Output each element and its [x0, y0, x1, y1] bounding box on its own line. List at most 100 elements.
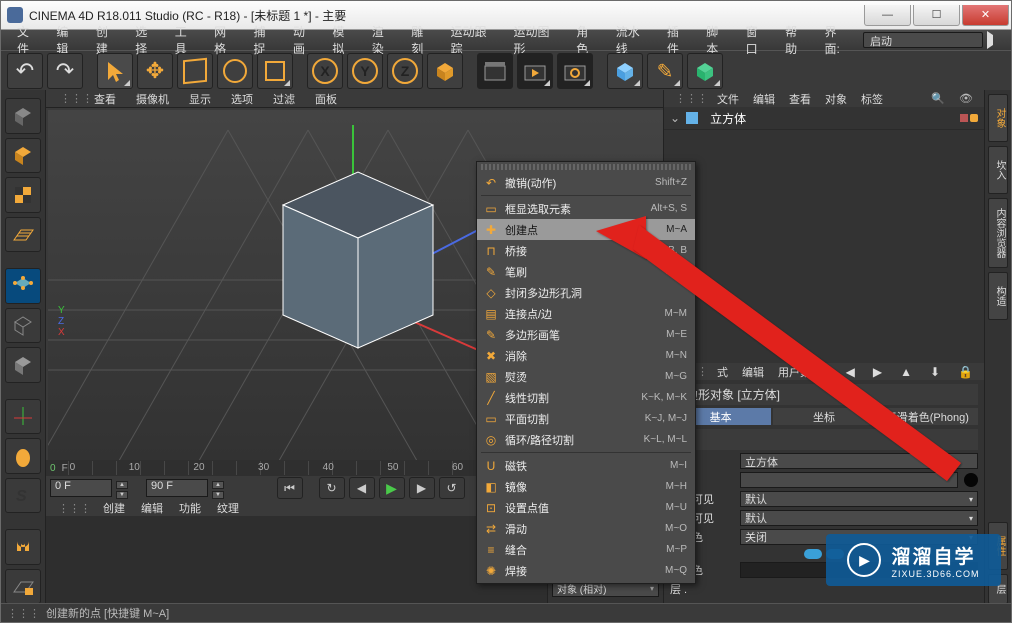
render-settings-button[interactable]	[557, 53, 593, 89]
add-cube-button[interactable]	[607, 53, 643, 89]
next-frame-button[interactable]: ▶	[409, 477, 435, 499]
menu-help[interactable]: 帮助	[777, 21, 816, 59]
prop-render-vis[interactable]: 默认	[740, 510, 978, 526]
om-view[interactable]: 查看	[782, 90, 818, 108]
coord-system-button[interactable]	[427, 53, 463, 89]
tab-coord[interactable]: 坐标	[773, 408, 874, 425]
ctx-item-8[interactable]: ✖消除M~N	[477, 345, 695, 366]
mtab-create[interactable]: 创建	[95, 499, 133, 517]
add-generator-button[interactable]	[687, 53, 723, 89]
make-editable-button[interactable]	[5, 98, 41, 134]
prop-layer[interactable]	[740, 472, 958, 488]
am-lock-icon[interactable]: 🔒	[951, 364, 980, 380]
next-key-button[interactable]: ↺	[439, 477, 465, 499]
ctx-item-1[interactable]: ▭框显选取元素Alt+S, S	[477, 198, 695, 219]
undo-button[interactable]	[7, 53, 43, 89]
redo-button[interactable]	[47, 53, 83, 89]
ctx-item-11[interactable]: ▭平面切割K~J, M~J	[477, 408, 695, 429]
ctx-item-18[interactable]: ✺焊接M~Q	[477, 560, 695, 581]
last-tool-button[interactable]	[257, 53, 293, 89]
object-row-cube[interactable]: ⌄ 立方体	[664, 107, 984, 130]
vp-menu-panel[interactable]: 面板	[305, 90, 347, 108]
vp-menu-filter[interactable]: 过滤	[263, 90, 305, 108]
ctx-item-16[interactable]: ⇄滑动M~O	[477, 518, 695, 539]
x-axis-button[interactable]: X	[307, 53, 343, 89]
vp-menu-options[interactable]: 选项	[221, 90, 263, 108]
om-object[interactable]: 对象	[818, 90, 854, 108]
viewport-solo-button[interactable]	[5, 438, 41, 474]
tab-phong[interactable]: 平滑着色(Phong)	[877, 408, 978, 425]
toggle-1[interactable]	[804, 549, 822, 559]
vp-menu-camera[interactable]: 摄像机	[126, 90, 179, 108]
om-eye-icon[interactable]: 👁	[952, 91, 980, 106]
prop-name[interactable]: 立方体	[740, 453, 978, 469]
ctx-item-13[interactable]: U磁铁M~I	[477, 455, 695, 476]
locked-workplane-button[interactable]	[5, 569, 41, 605]
menu-grip[interactable]	[481, 164, 691, 170]
edges-mode-button[interactable]	[5, 308, 41, 344]
rail-takes[interactable]: 坎入	[988, 146, 1008, 194]
live-select-button[interactable]	[97, 53, 133, 89]
start-frame[interactable]: 0 F	[50, 479, 112, 497]
prop-editor-vis[interactable]: 默认	[740, 491, 978, 507]
enable-axis-button[interactable]	[5, 399, 41, 435]
ctx-item-3[interactable]: ⊓桥接M~B, B	[477, 240, 695, 261]
om-search-icon[interactable]: 🔍	[924, 91, 952, 106]
am-fwd-icon[interactable]: ▶	[866, 364, 889, 380]
ctx-item-4[interactable]: ✎笔刷M~C	[477, 261, 695, 282]
play-button[interactable]: ▶	[379, 477, 405, 499]
tree-toggle-icon[interactable]: ⌄	[670, 111, 680, 125]
vp-menu-view[interactable]: 查看	[84, 90, 126, 108]
am-back-icon[interactable]: ◀	[839, 364, 862, 380]
mtab-edit[interactable]: 编辑	[133, 499, 171, 517]
ctx-item-7[interactable]: ✎多边形画笔M~E	[477, 324, 695, 345]
phong-tag-icon[interactable]	[970, 114, 978, 122]
layer-picker-icon[interactable]	[964, 473, 978, 487]
om-edit[interactable]: 编辑	[746, 90, 782, 108]
ctx-item-17[interactable]: ≡缝合M~P	[477, 539, 695, 560]
ctx-item-12[interactable]: ◎循环/路径切割K~L, M~L	[477, 429, 695, 450]
model-mode-button[interactable]	[5, 138, 41, 174]
prev-frame-button[interactable]: ◀	[349, 477, 375, 499]
om-tags[interactable]: 标签	[854, 90, 890, 108]
visibility-dot-icon[interactable]	[960, 114, 968, 122]
snap-button[interactable]: S	[5, 478, 41, 514]
workplane-button[interactable]	[5, 217, 41, 253]
ctx-item-15[interactable]: ⊡设置点值M~U	[477, 497, 695, 518]
mtab-tex[interactable]: 纹理	[209, 499, 247, 517]
rail-objects[interactable]: 对象	[988, 94, 1008, 142]
ctx-item-9[interactable]: ▧熨烫M~G	[477, 366, 695, 387]
am-edit[interactable]: 编辑	[735, 363, 771, 381]
polygons-mode-button[interactable]	[5, 347, 41, 383]
texture-mode-button[interactable]	[5, 177, 41, 213]
om-file[interactable]: 文件	[710, 90, 746, 108]
vp-menu-display[interactable]: 显示	[179, 90, 221, 108]
ctx-item-14[interactable]: ◧镜像M~H	[477, 476, 695, 497]
layout-dropdown[interactable]: 启动	[863, 32, 983, 48]
end-stepper[interactable]: ▲▼	[212, 480, 224, 496]
layout-expand-icon[interactable]	[987, 31, 1003, 49]
ctx-item-0[interactable]: ↶撤销(动作)Shift+Z	[477, 172, 695, 193]
start-stepper[interactable]: ▲▼	[116, 480, 128, 496]
rotate-button[interactable]	[217, 53, 253, 89]
am-new-icon[interactable]: ⬇	[923, 364, 947, 380]
rail-content[interactable]: 内容浏览器	[988, 198, 1008, 268]
prev-key-button[interactable]: ↻	[319, 477, 345, 499]
ctx-item-5[interactable]: ◇封闭多边形孔洞	[477, 282, 695, 303]
ctx-item-2[interactable]: ✚创建点M~A	[477, 219, 695, 240]
ctx-item-10[interactable]: ╱线性切割K~K, M~K	[477, 387, 695, 408]
goto-start-button[interactable]: ⏮	[277, 477, 303, 499]
mtab-func[interactable]: 功能	[171, 499, 209, 517]
render-pv-button[interactable]	[517, 53, 553, 89]
rail-structure[interactable]: 构造	[988, 272, 1008, 320]
z-axis-button[interactable]: Z	[387, 53, 423, 89]
ctx-item-6[interactable]: ▤连接点/边M~M	[477, 303, 695, 324]
end-frame[interactable]: 90 F	[146, 479, 208, 497]
y-axis-button[interactable]: Y	[347, 53, 383, 89]
grip-icon[interactable]: ⋮⋮⋮	[50, 91, 84, 106]
object-name[interactable]: 立方体	[704, 110, 752, 127]
points-mode-button[interactable]	[5, 268, 41, 304]
add-spline-button[interactable]	[647, 53, 683, 89]
am-up-icon[interactable]: ▲	[893, 364, 919, 380]
am-userdata[interactable]: 用户数据	[771, 363, 829, 381]
